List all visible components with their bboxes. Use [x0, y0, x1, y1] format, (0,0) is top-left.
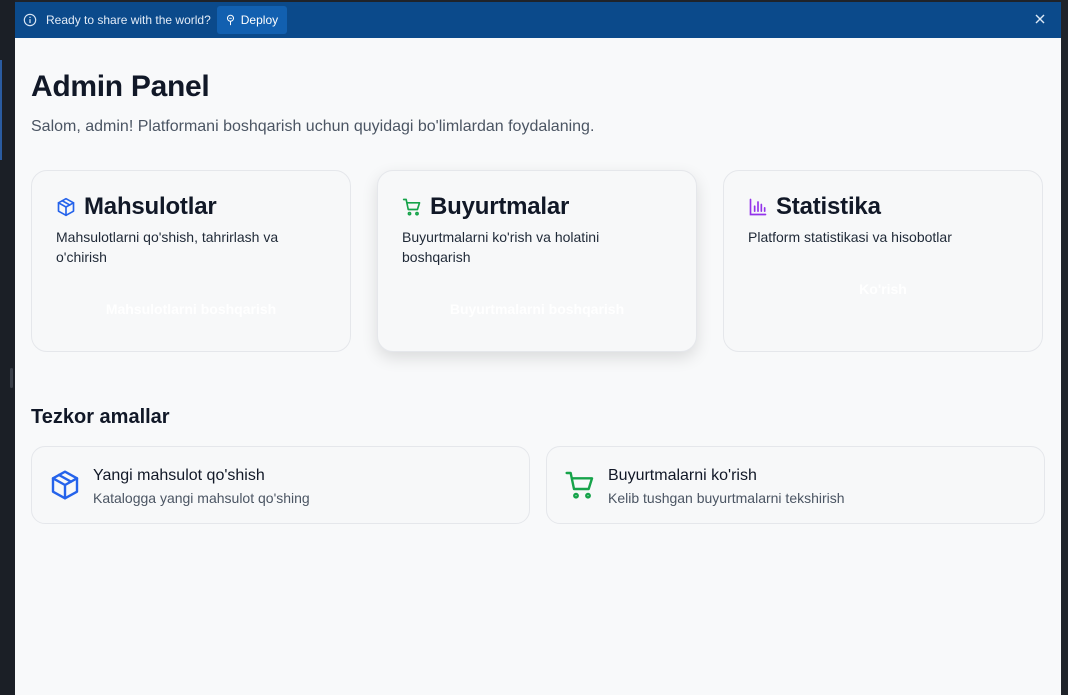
rail-accent	[0, 60, 2, 160]
page-subtitle: Salom, admin! Platformani boshqarish uch…	[31, 118, 595, 135]
quick-actions-title: Tezkor amallar	[31, 406, 170, 428]
page-title: Admin Panel	[31, 70, 210, 103]
quick-view-orders[interactable]: Buyurtmalarni ko'rish Kelib tushgan buyu…	[546, 446, 1045, 524]
cart-icon	[564, 469, 596, 501]
deploy-label: Deploy	[240, 13, 279, 27]
manage-products-button[interactable]: Mahsulotlarni boshqarish	[32, 301, 350, 317]
quick-action-description: Kelib tushgan buyurtmalarni tekshirish	[608, 490, 845, 506]
pin-icon	[225, 14, 236, 26]
manage-orders-button[interactable]: Buyurtmalarni boshqarish	[378, 301, 696, 317]
banner-message: Ready to share with the world?	[46, 13, 211, 27]
quick-action-title: Buyurtmalarni ko'rish	[608, 467, 757, 484]
card-description: Buyurtmalarni ko'rish va holatini boshqa…	[402, 229, 600, 265]
cart-icon	[402, 197, 422, 217]
card-title: Mahsulotlar	[84, 193, 217, 220]
resize-handle[interactable]	[10, 368, 13, 388]
card-header: Buyurtmalar	[402, 193, 569, 221]
card-header: Mahsulotlar	[56, 193, 217, 221]
quick-add-product[interactable]: Yangi mahsulot qo'shish Katalogga yangi …	[31, 446, 530, 524]
card-description: Platform statistikasi va hisobotlar	[748, 229, 952, 245]
app-frame: Ready to share with the world? Deploy Ad…	[15, 2, 1061, 695]
left-rail	[0, 0, 15, 695]
card-orders[interactable]: Buyurtmalar Buyurtmalarni ko'rish va hol…	[377, 170, 697, 352]
view-statistics-button[interactable]: Ko'rish	[724, 281, 1042, 297]
quick-action-title: Yangi mahsulot qo'shish	[93, 467, 265, 484]
close-icon[interactable]	[1033, 12, 1049, 28]
quick-action-description: Katalogga yangi mahsulot qo'shing	[93, 490, 310, 506]
deploy-button[interactable]: Deploy	[216, 6, 288, 34]
card-description: Mahsulotlarni qo'shish, tahrirlash va o'…	[56, 229, 279, 265]
card-header: Statistika	[748, 193, 881, 221]
card-title: Buyurtmalar	[430, 193, 570, 220]
box-icon	[56, 197, 76, 217]
card-products[interactable]: Mahsulotlar Mahsulotlarni qo'shish, tahr…	[31, 170, 351, 352]
card-statistics[interactable]: Statistika Platform statistikasi va hiso…	[723, 170, 1043, 352]
deploy-banner: Ready to share with the world? Deploy	[15, 2, 1061, 38]
bar-chart-icon	[748, 197, 768, 217]
card-title: Statistika	[776, 193, 881, 220]
info-icon	[22, 12, 38, 28]
box-icon	[49, 469, 81, 501]
